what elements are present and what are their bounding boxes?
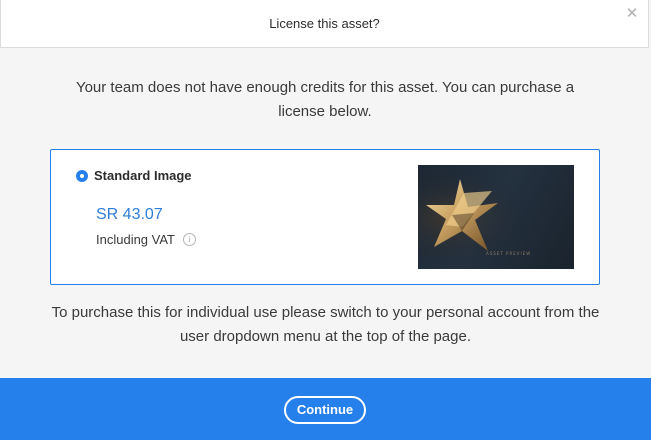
license-option-radio[interactable]: [76, 170, 88, 182]
vat-row: Including VAT i: [96, 232, 197, 247]
thumbnail-caption: ASSET PREVIEW: [486, 251, 532, 256]
license-price: SR 43.07: [96, 206, 163, 223]
dialog-header: License this asset? ✕: [0, 0, 649, 48]
dialog-title: License this asset?: [269, 16, 380, 31]
individual-use-message: To purchase this for individual use plea…: [51, 304, 600, 345]
dialog-footer: Continue: [0, 378, 651, 440]
license-option-card[interactable]: Standard Image SR 43.07 Including VAT i: [50, 149, 600, 285]
asset-thumbnail: ASSET PREVIEW: [418, 165, 574, 269]
info-icon[interactable]: i: [183, 233, 197, 246]
vat-label: Including VAT: [96, 232, 176, 247]
close-icon[interactable]: ✕: [624, 6, 640, 22]
continue-button[interactable]: Continue: [284, 396, 366, 424]
license-dialog: License this asset? ✕ Your team does not…: [0, 0, 651, 440]
license-option-label: Standard Image: [94, 168, 192, 183]
credits-message: Your team does not have enough credits f…: [75, 79, 575, 120]
